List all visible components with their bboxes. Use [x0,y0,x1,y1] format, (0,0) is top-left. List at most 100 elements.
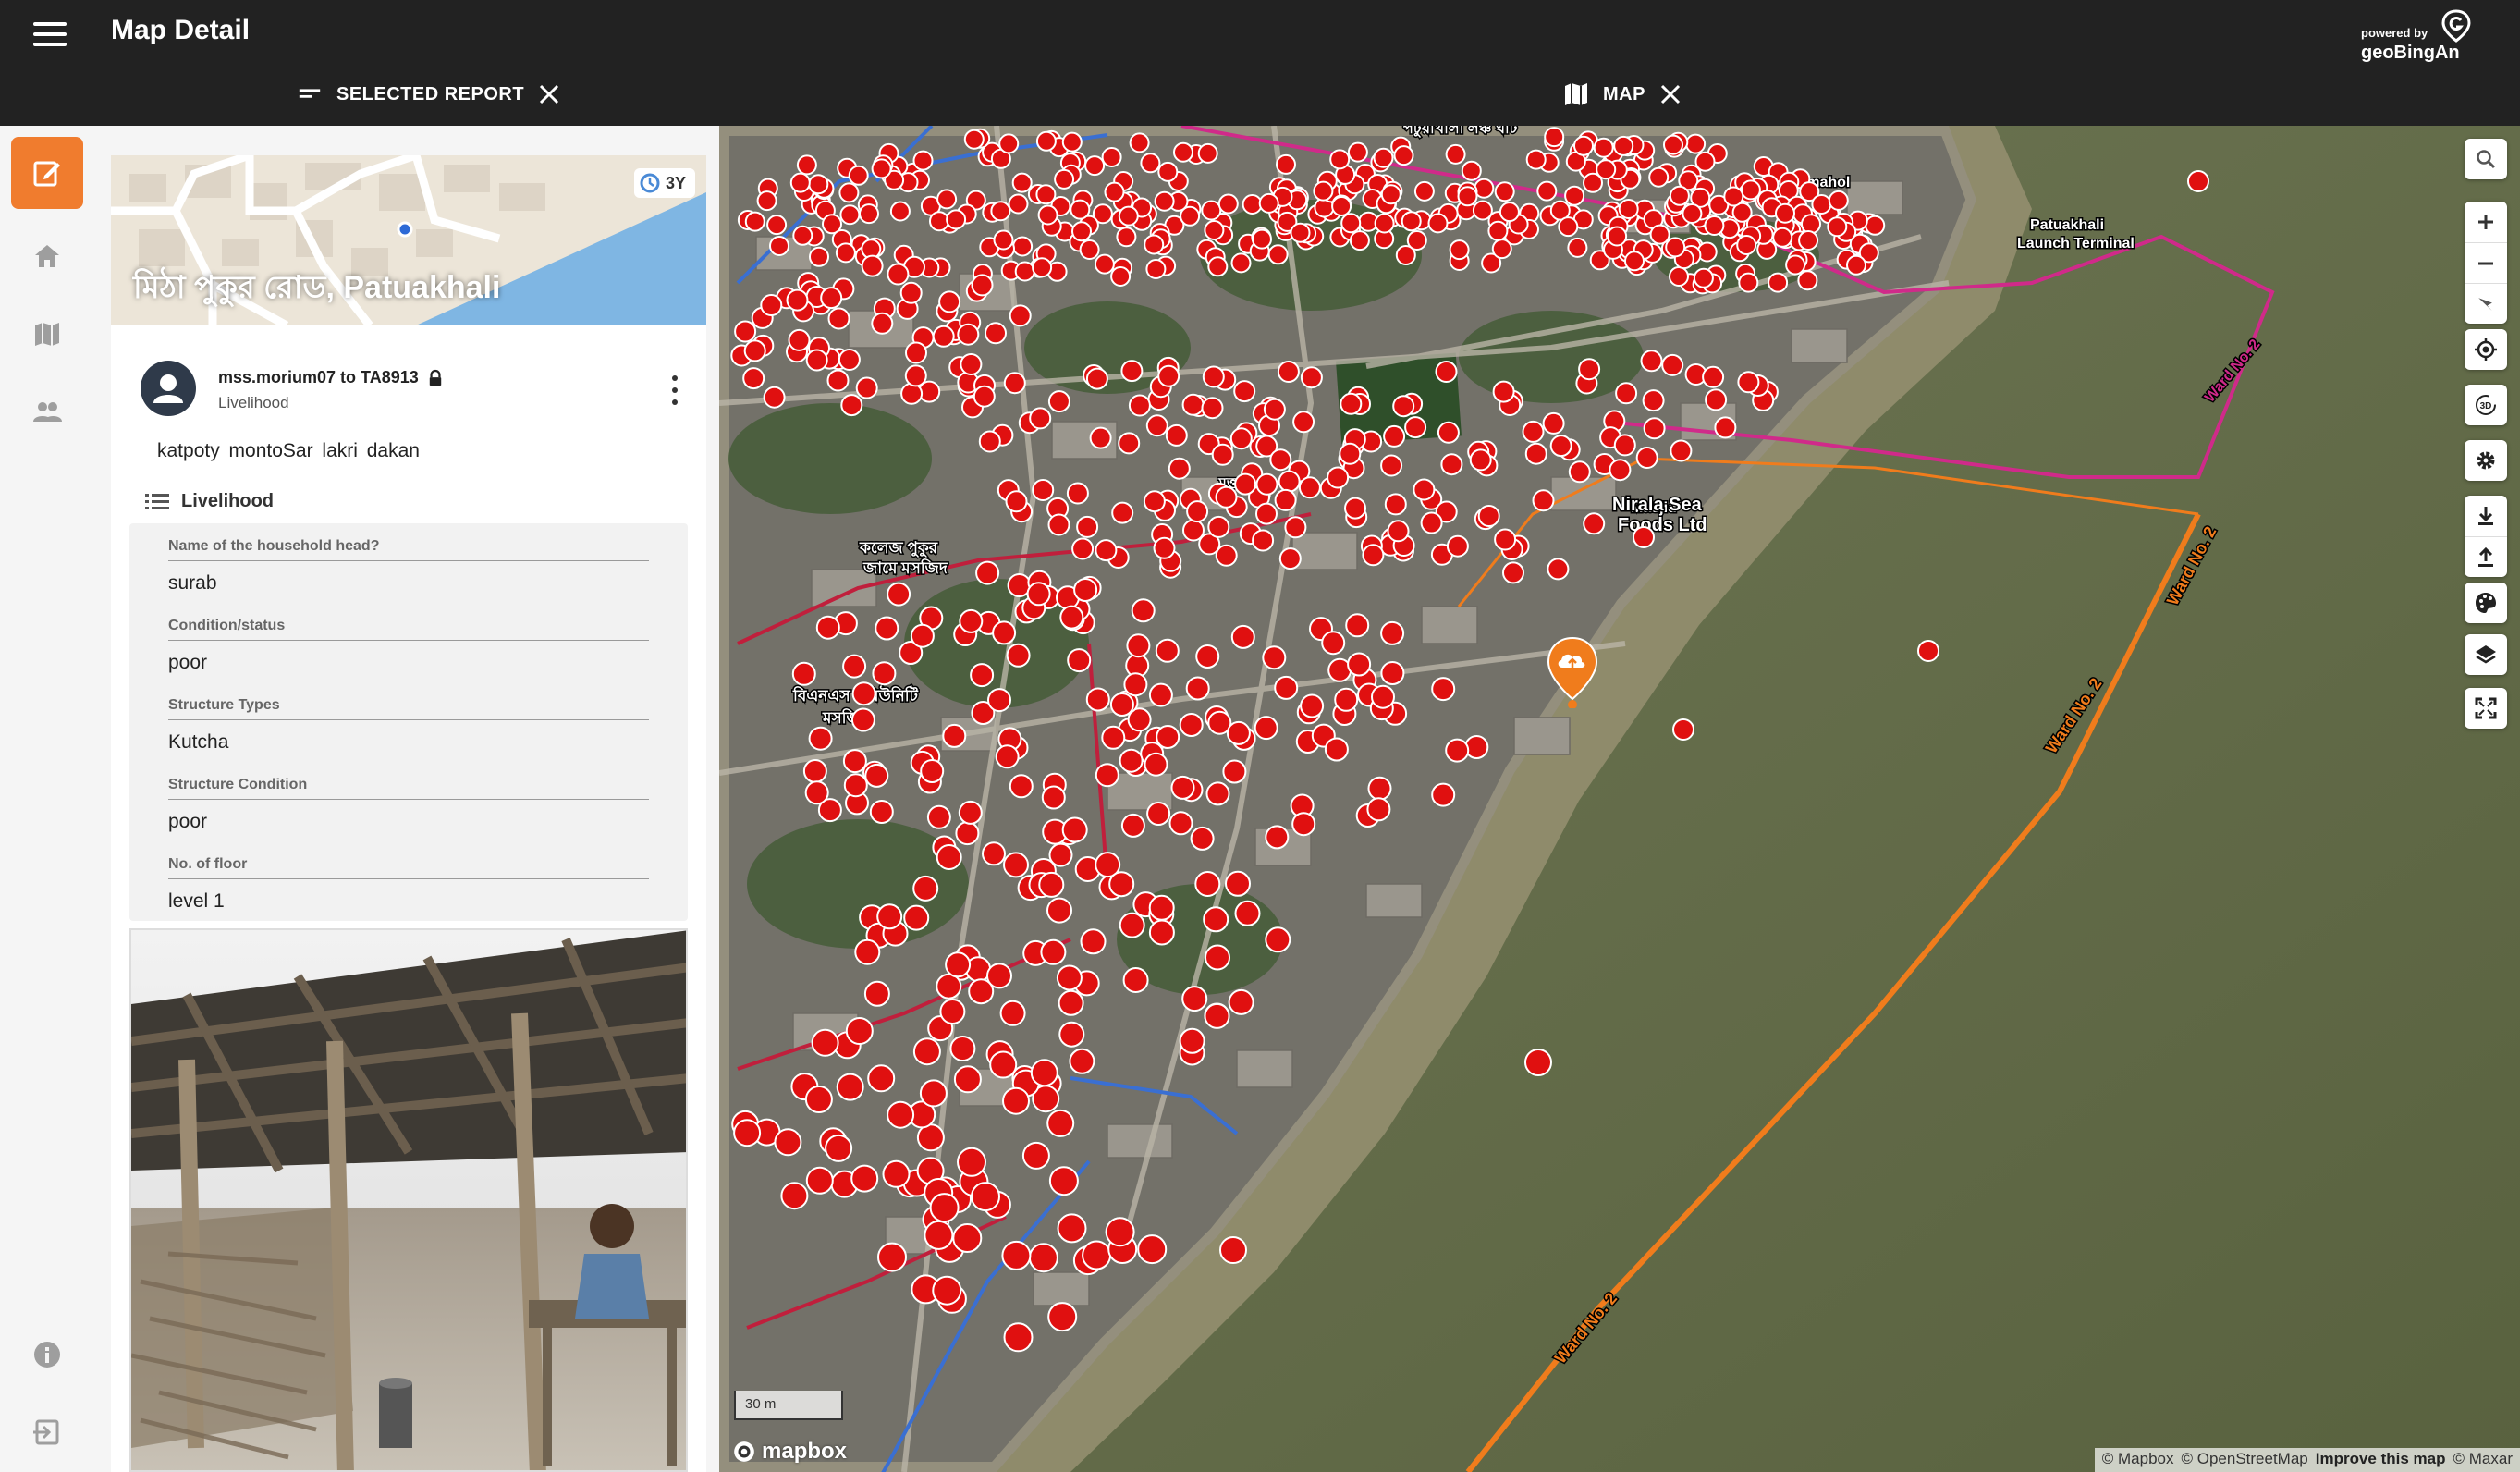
report-marker[interactable] [1344,497,1366,520]
report-marker[interactable] [1768,272,1789,293]
3d-toggle-button[interactable]: 3D [2465,385,2507,425]
report-marker[interactable] [1393,145,1414,166]
report-marker[interactable] [1205,944,1230,971]
report-marker[interactable] [1613,434,1636,457]
report-marker[interactable] [1155,638,1180,663]
report-marker[interactable] [838,182,860,203]
report-marker[interactable] [1665,237,1686,258]
report-marker[interactable] [1179,713,1204,737]
report-marker[interactable] [904,364,927,387]
report-marker[interactable] [1071,221,1092,242]
report-marker[interactable] [1262,645,1287,670]
report-marker[interactable] [877,1242,907,1272]
report-marker[interactable] [836,1073,864,1101]
report-marker[interactable] [838,349,861,371]
report-marker[interactable] [970,663,995,688]
report-marker[interactable] [1047,513,1070,536]
report-marker[interactable] [1469,448,1492,472]
report-marker[interactable] [1445,143,1466,165]
report-marker[interactable] [1472,200,1493,221]
report-marker[interactable] [882,1159,911,1188]
report-marker[interactable] [1110,266,1132,287]
report-marker[interactable] [985,322,1007,345]
report-marker[interactable] [916,1123,945,1152]
report-marker[interactable] [1532,489,1555,512]
report-marker[interactable] [900,382,924,405]
report-marker[interactable] [1340,213,1362,234]
report-marker[interactable] [1669,185,1690,206]
report-marker[interactable] [1274,488,1297,511]
report-marker[interactable] [1568,460,1591,484]
report-marker[interactable] [1194,871,1221,897]
report-marker[interactable] [766,215,788,236]
upload-button[interactable] [2465,536,2507,577]
report-marker[interactable] [1255,502,1278,525]
report-marker[interactable] [1032,257,1053,278]
report-marker[interactable] [1066,482,1089,505]
report-marker[interactable] [1073,578,1098,602]
report-marker[interactable] [1029,407,1052,430]
report-marker[interactable] [1524,442,1547,465]
report-marker[interactable] [1173,141,1193,163]
report-marker[interactable] [1116,227,1137,248]
report-marker[interactable] [855,376,878,399]
report-marker[interactable] [1144,234,1165,255]
report-marker[interactable] [1217,193,1239,215]
report-marker[interactable] [1366,797,1391,822]
report-marker[interactable] [1111,501,1134,524]
report-marker[interactable] [1277,361,1300,383]
report-marker[interactable] [1148,682,1173,707]
report-marker[interactable] [1298,476,1321,499]
report-marker[interactable] [872,661,897,686]
report-marker[interactable] [1544,127,1565,148]
report-marker[interactable] [1038,871,1065,898]
report-marker[interactable] [1324,737,1349,762]
report-marker[interactable] [1076,515,1099,538]
report-marker[interactable] [1331,196,1352,216]
report-marker[interactable] [1182,519,1205,542]
report-marker[interactable] [1798,230,1819,251]
report-marker[interactable] [912,150,934,171]
report-marker[interactable] [820,287,843,310]
report-marker[interactable] [1413,180,1435,202]
report-marker[interactable] [1219,1236,1247,1264]
report-marker[interactable] [1615,382,1638,405]
report-marker[interactable] [960,353,983,375]
report-marker[interactable] [955,821,980,846]
report-marker[interactable] [1583,172,1603,193]
report-marker[interactable] [1461,160,1482,181]
report-marker[interactable] [1154,190,1175,212]
report-marker[interactable] [1101,147,1122,167]
attribution-osm[interactable]: © OpenStreetMap [2181,1450,2307,1470]
report-marker[interactable] [1278,470,1301,493]
report-marker[interactable] [920,759,945,783]
report-marker[interactable] [1119,912,1145,938]
report-marker[interactable] [1222,759,1247,784]
report-marker[interactable] [1435,361,1458,383]
report-marker[interactable] [1693,267,1714,288]
selected-report-marker[interactable] [1545,634,1600,709]
report-marker[interactable] [910,623,935,648]
report-marker[interactable] [1846,254,1866,276]
report-marker[interactable] [1374,213,1395,234]
report-marker[interactable] [1079,239,1100,260]
report-marker[interactable] [850,1164,879,1193]
report-marker[interactable] [1032,479,1055,501]
report-marker[interactable] [839,204,861,226]
tab-map[interactable]: MAP [1562,76,1682,113]
report-marker[interactable] [1057,1213,1087,1244]
report-marker[interactable] [1457,186,1478,207]
report-marker[interactable] [808,726,833,751]
report-marker[interactable] [1738,272,1759,293]
report-marker[interactable] [1047,390,1070,413]
report-marker[interactable] [1101,725,1126,750]
report-marker[interactable] [1797,270,1818,291]
report-marker[interactable] [756,190,777,212]
report-marker[interactable] [887,582,911,607]
report-marker[interactable] [978,430,1001,453]
report-marker[interactable] [1207,256,1229,277]
report-marker[interactable] [876,903,903,930]
report-marker[interactable] [1037,204,1058,226]
report-marker[interactable] [1401,211,1422,232]
report-marker[interactable] [1340,392,1363,415]
